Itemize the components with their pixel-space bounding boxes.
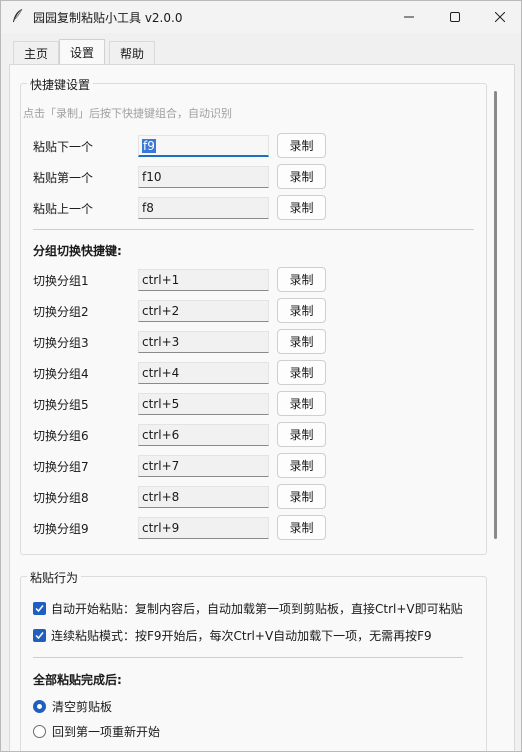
record-button-next[interactable]: 录制 <box>277 133 326 158</box>
scrollbar[interactable] <box>494 91 497 539</box>
divider <box>33 657 463 658</box>
group-field-4[interactable]: ctrl+4 <box>138 362 269 384</box>
group-field-8[interactable]: ctrl+8 <box>138 486 269 508</box>
group-switch-title: 分组切换快捷键: <box>33 244 122 258</box>
hotkey-value-next: f9 <box>142 139 156 153</box>
record-button-group-7[interactable]: 录制 <box>277 453 326 478</box>
maximize-icon <box>450 11 460 22</box>
group-field-2[interactable]: ctrl+2 <box>138 300 269 322</box>
after-complete-title: 全部粘贴完成后: <box>33 673 122 687</box>
tab-help[interactable]: 帮助 <box>109 41 156 65</box>
auto-paste-option[interactable]: 自动开始粘贴：复制内容后，自动加载第一项到剪贴板，直接Ctrl+V即可粘贴 <box>33 600 463 617</box>
minimize-button[interactable] <box>386 1 432 32</box>
close-icon <box>495 11 505 22</box>
record-button-first[interactable]: 录制 <box>277 164 326 189</box>
maximize-button[interactable] <box>432 1 478 32</box>
record-button-group-9[interactable]: 录制 <box>277 515 326 540</box>
group-label-7: 切换分组7 <box>33 460 89 474</box>
hotkey-label-prev: 粘贴上一个 <box>33 202 94 216</box>
radio-selected-icon[interactable] <box>33 700 46 713</box>
group-label-3: 切换分组3 <box>33 336 89 350</box>
divider <box>33 229 474 230</box>
group-field-5[interactable]: ctrl+5 <box>138 393 269 415</box>
close-button[interactable] <box>477 1 521 32</box>
clear-clipboard-label: 清空剪贴板 <box>52 700 113 714</box>
group-label-4: 切换分组4 <box>33 367 89 381</box>
group-label-8: 切换分组8 <box>33 491 89 505</box>
hotkey-hint: 点击「录制」后按下快捷键组合，自动识别 <box>23 107 232 120</box>
app-window: 园园复制粘贴小工具 v2.0.0 主页 设置 帮助 快捷键设置 粘贴行为 点击「… <box>0 0 522 752</box>
group-field-9[interactable]: ctrl+9 <box>138 517 269 539</box>
group-field-1[interactable]: ctrl+1 <box>138 269 269 291</box>
title-bar[interactable]: 园园复制粘贴小工具 v2.0.0 <box>1 1 521 33</box>
paste-behavior-group-label: 粘贴行为 <box>27 569 82 586</box>
group-field-3[interactable]: ctrl+3 <box>138 331 269 353</box>
restart-first-option[interactable]: 回到第一项重新开始 <box>33 723 160 740</box>
hotkey-group-label: 快捷键设置 <box>27 76 94 93</box>
group-label-6: 切换分组6 <box>33 429 89 443</box>
minimize-icon <box>404 16 414 17</box>
tab-bar: 主页 设置 帮助 <box>1 39 521 65</box>
group-label-2: 切换分组2 <box>33 305 89 319</box>
group-field-7[interactable]: ctrl+7 <box>138 455 269 477</box>
window-title: 园园复制粘贴小工具 v2.0.0 <box>33 11 183 25</box>
radio-unselected-icon[interactable] <box>33 725 46 738</box>
continuous-paste-label: 连续粘贴模式：按F9开始后，每次Ctrl+V自动加载下一项，无需再按F9 <box>51 629 432 643</box>
record-button-group-4[interactable]: 录制 <box>277 360 326 385</box>
record-button-group-1[interactable]: 录制 <box>277 267 326 292</box>
hotkey-field-prev[interactable]: f8 <box>138 197 269 219</box>
tab-home[interactable]: 主页 <box>13 41 60 65</box>
hotkey-label-next: 粘贴下一个 <box>33 140 94 154</box>
hotkey-field-next[interactable]: f9 <box>138 135 269 157</box>
group-label-1: 切换分组1 <box>33 274 89 288</box>
record-button-group-3[interactable]: 录制 <box>277 329 326 354</box>
record-button-group-2[interactable]: 录制 <box>277 298 326 323</box>
restart-first-label: 回到第一项重新开始 <box>52 725 161 739</box>
group-label-9: 切换分组9 <box>33 522 89 536</box>
continuous-paste-option[interactable]: 连续粘贴模式：按F9开始后，每次Ctrl+V自动加载下一项，无需再按F9 <box>33 627 432 644</box>
quill-icon <box>13 8 23 22</box>
hotkey-label-first: 粘贴第一个 <box>33 171 94 185</box>
group-field-6[interactable]: ctrl+6 <box>138 424 269 446</box>
record-button-group-6[interactable]: 录制 <box>277 422 326 447</box>
record-button-group-8[interactable]: 录制 <box>277 484 326 509</box>
checkbox-checked-icon[interactable] <box>33 629 46 642</box>
group-label-5: 切换分组5 <box>33 398 89 412</box>
record-button-group-5[interactable]: 录制 <box>277 391 326 416</box>
clear-clipboard-option[interactable]: 清空剪贴板 <box>33 698 112 715</box>
checkbox-checked-icon[interactable] <box>33 602 46 615</box>
hotkey-field-first[interactable]: f10 <box>138 166 269 188</box>
record-button-prev[interactable]: 录制 <box>277 195 326 220</box>
auto-paste-label: 自动开始粘贴：复制内容后，自动加载第一项到剪贴板，直接Ctrl+V即可粘贴 <box>51 602 463 616</box>
tab-settings[interactable]: 设置 <box>59 39 106 65</box>
